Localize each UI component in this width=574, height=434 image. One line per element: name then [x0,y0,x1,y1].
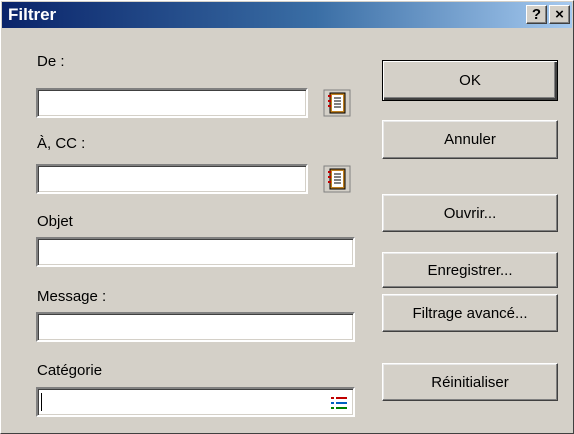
cancel-button[interactable]: Annuler [382,120,558,159]
from-field[interactable] [36,88,308,118]
save-button[interactable]: Enregistrer... [382,252,558,288]
reset-button[interactable]: Réinitialiser [382,363,558,401]
text-caret [41,393,42,411]
title-bar: Filtrer ? × [2,2,572,28]
category-label: Catégorie [37,362,103,379]
to-cc-label: À, CC : [37,135,86,152]
message-label: Message : [37,288,107,305]
message-field[interactable] [36,312,355,342]
category-field[interactable] [36,387,355,417]
subject-label: Objet [37,213,73,230]
address-book-icon[interactable] [323,165,351,193]
filter-dialog: Filtrer ? × De : À, CC : Objet Message:… [0,0,574,434]
dialog-title: Filtrer [8,5,57,24]
ok-button[interactable]: OK [382,60,558,101]
to-cc-field[interactable] [36,164,308,194]
open-button[interactable]: Ouvrir... [382,194,558,232]
advanced-filter-button[interactable]: Filtrage avancé... [382,294,558,332]
category-list-icon[interactable] [331,396,347,410]
from-label: De : [37,53,65,70]
subject-field[interactable] [36,237,355,267]
help-button[interactable]: ? [526,5,547,24]
close-button[interactable]: × [549,5,570,24]
address-book-icon[interactable] [323,89,351,117]
